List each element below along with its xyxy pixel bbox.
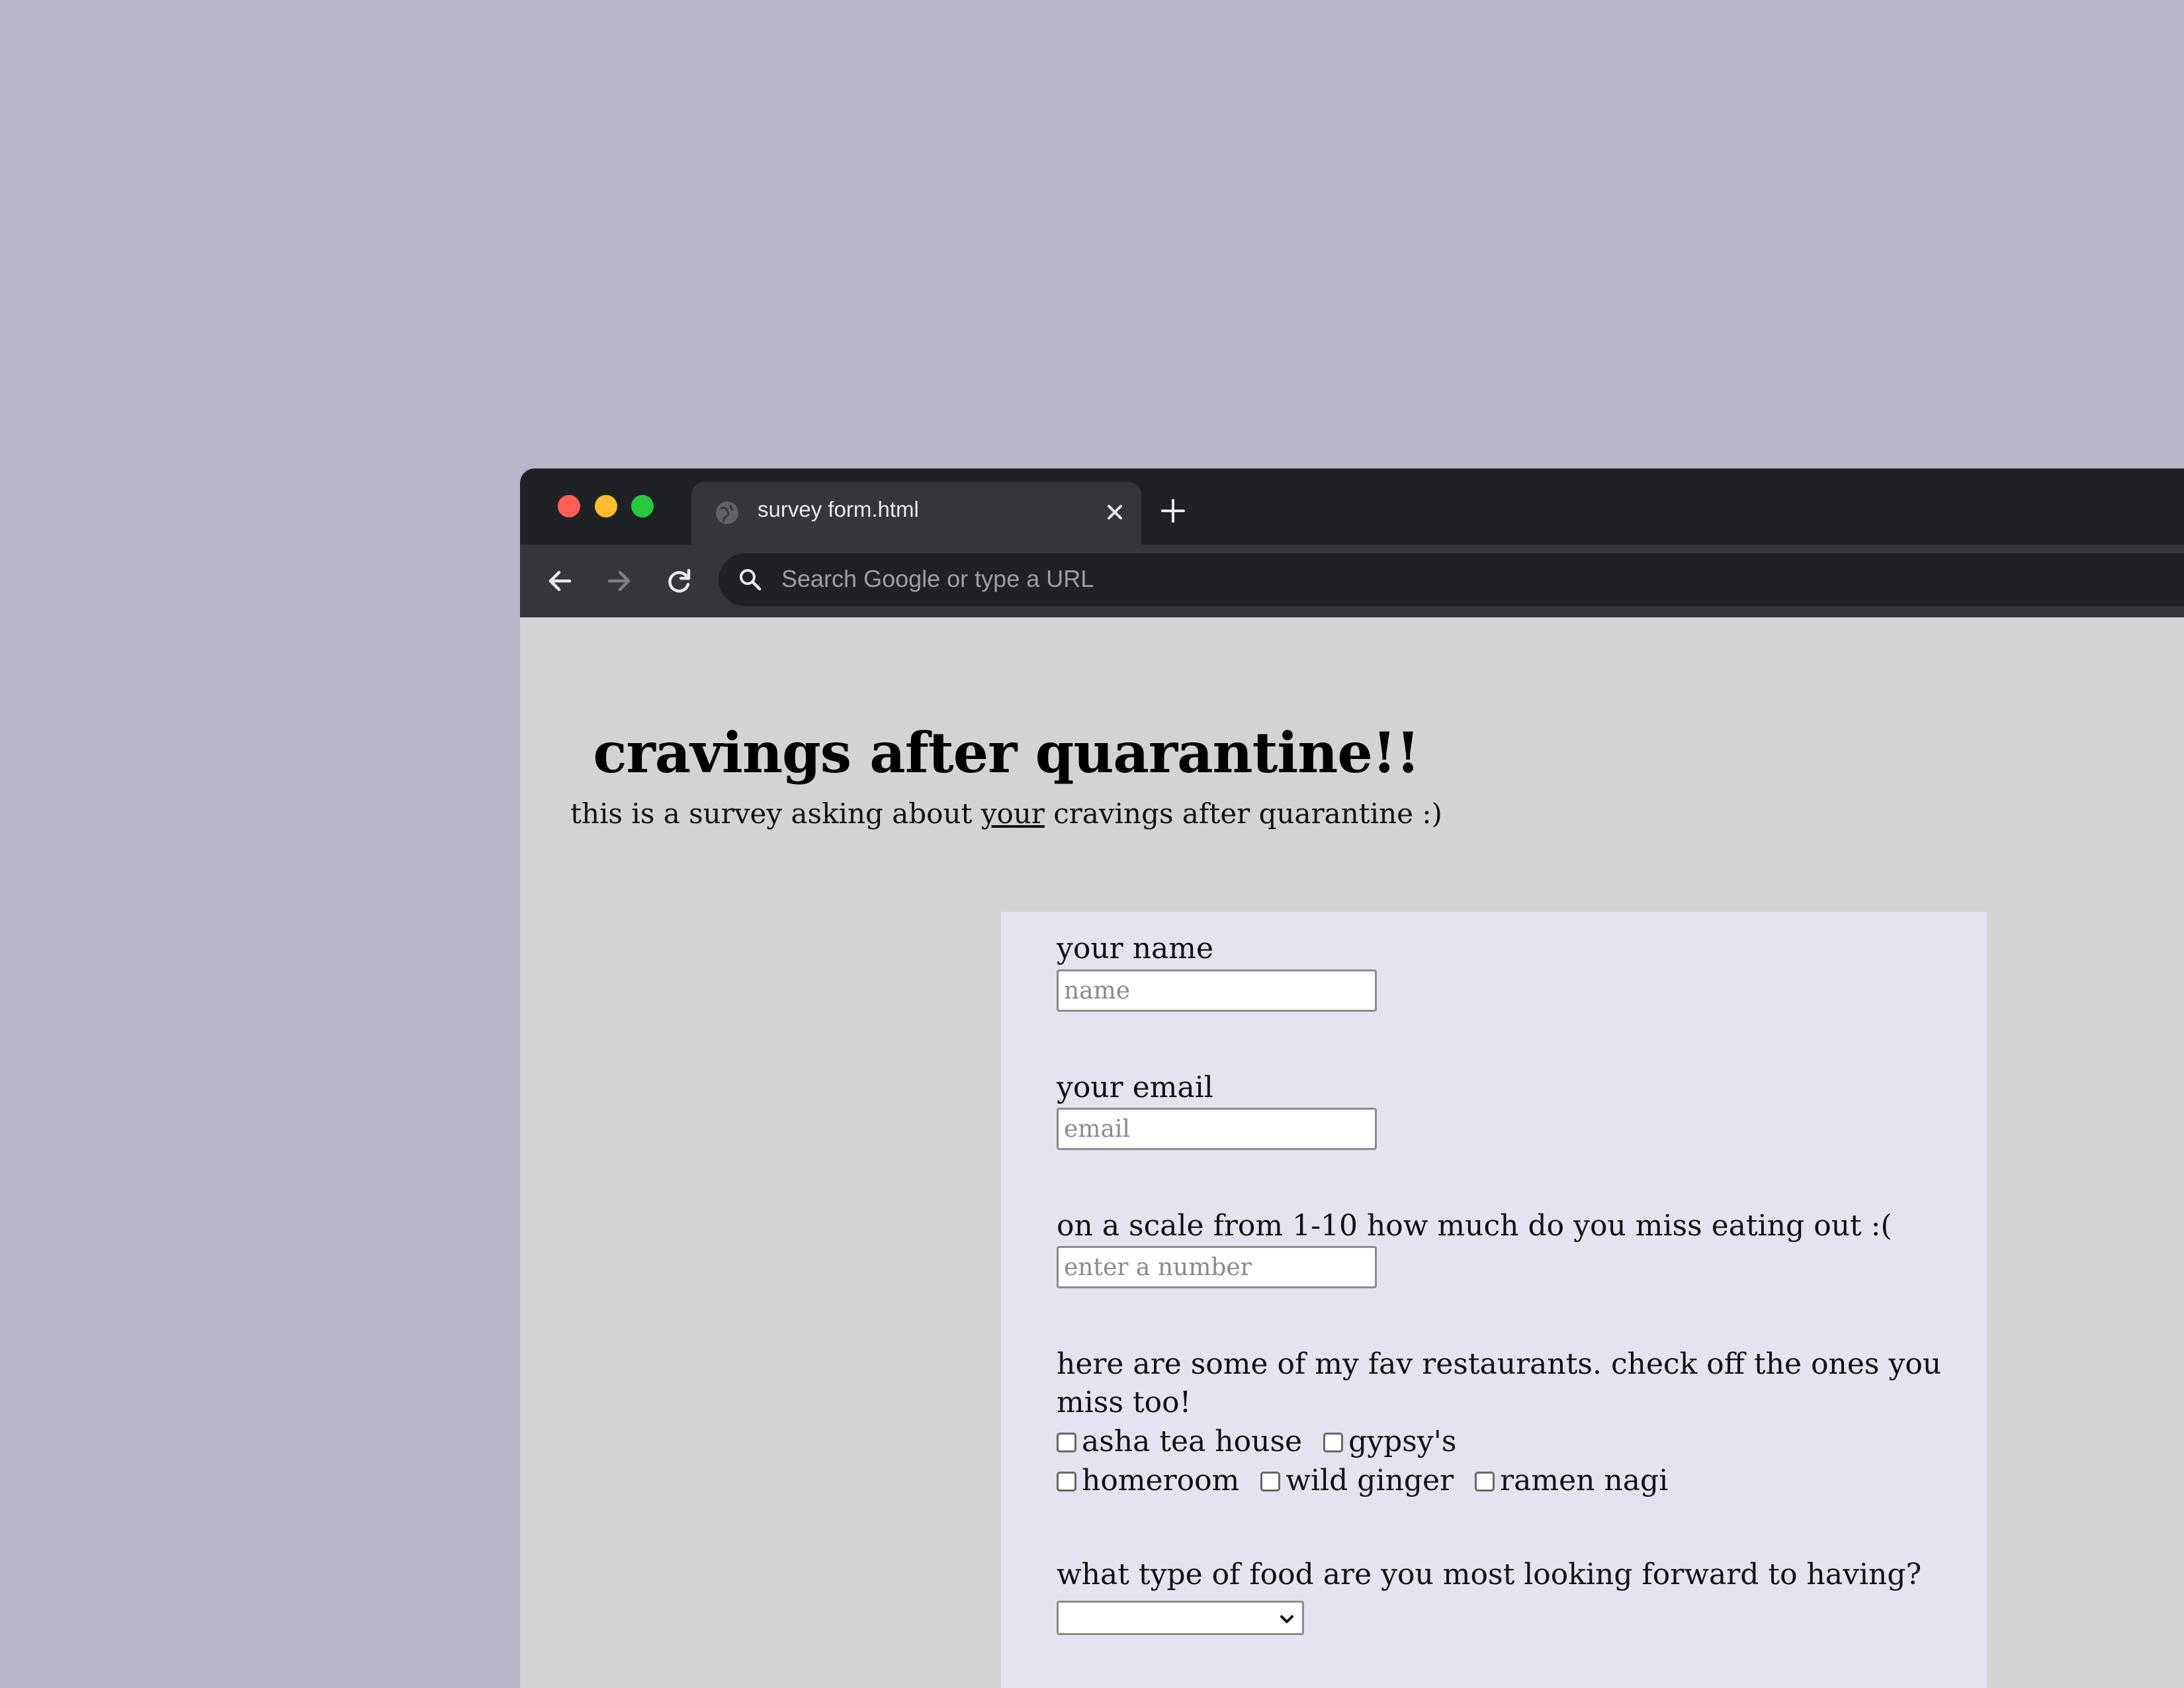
- checkbox[interactable]: [1475, 1472, 1495, 1491]
- restaurant-checkbox-row: homeroom wild ginger ramen nagi: [1049, 1464, 1681, 1497]
- email-input[interactable]: [1057, 1108, 1377, 1150]
- new-tab-icon[interactable]: [1158, 496, 1188, 525]
- name-label: your name: [1057, 932, 1214, 965]
- page-subtitle: this is a survey asking about your cravi…: [520, 797, 1493, 830]
- restaurant-option-label: ramen nagi: [1500, 1464, 1669, 1497]
- restaurant-option-label: asha tea house: [1082, 1425, 1303, 1458]
- maximize-window-button[interactable]: [631, 495, 654, 517]
- checkbox[interactable]: [1260, 1472, 1281, 1491]
- checkbox[interactable]: [1323, 1433, 1344, 1452]
- name-input[interactable]: [1057, 969, 1377, 1012]
- tab-title: survey form.html: [758, 497, 919, 521]
- reload-icon[interactable]: [662, 564, 695, 598]
- restaurant-option-label: homeroom: [1082, 1464, 1240, 1497]
- restaurant-option[interactable]: wild ginger: [1252, 1464, 1454, 1497]
- globe-icon: [716, 502, 738, 524]
- minimize-window-button[interactable]: [595, 495, 617, 517]
- close-window-button[interactable]: [558, 495, 580, 517]
- browser-toolbar: Search Google or type a URL: [520, 545, 2184, 617]
- survey-form: your name your email on a scale from 1-1…: [1001, 912, 1987, 1688]
- page-title: cravings after quarantine!!: [593, 720, 1420, 785]
- restaurant-option[interactable]: gypsy's: [1315, 1425, 1456, 1458]
- checkbox[interactable]: [1057, 1433, 1076, 1452]
- scale-number-input[interactable]: [1057, 1246, 1377, 1288]
- restaurant-option[interactable]: asha tea house: [1049, 1425, 1302, 1458]
- scale-label: on a scale from 1-10 how much do you mis…: [1057, 1209, 1892, 1243]
- subtitle-text-start: this is a survey asking about: [570, 797, 981, 830]
- food-type-label: what type of food are you most looking f…: [1057, 1558, 1922, 1591]
- restaurant-option-label: wild ginger: [1286, 1464, 1454, 1497]
- restaurant-checkbox-row: asha tea house gypsy's: [1049, 1425, 1469, 1458]
- address-bar[interactable]: Search Google or type a URL: [719, 553, 2184, 606]
- browser-window: survey form.html Search Google or type a…: [520, 468, 2184, 1688]
- restaurant-option[interactable]: homeroom: [1049, 1464, 1239, 1497]
- email-label: your email: [1057, 1071, 1213, 1104]
- restaurant-option-label: gypsy's: [1348, 1425, 1457, 1458]
- search-icon: [740, 569, 762, 591]
- subtitle-text-end: cravings after quarantine :): [1044, 797, 1442, 830]
- restaurants-label-line2: miss too!: [1057, 1386, 1192, 1419]
- chevron-down-icon: [1280, 1615, 1293, 1623]
- restaurants-label-line1: here are some of my fav restaurants. che…: [1057, 1347, 1942, 1381]
- forward-arrow-icon[interactable]: [603, 564, 636, 598]
- tab-survey-form[interactable]: survey form.html: [691, 482, 1141, 545]
- address-bar-placeholder: Search Google or type a URL: [781, 565, 1094, 592]
- tab-strip: survey form.html: [520, 468, 2184, 545]
- checkbox[interactable]: [1057, 1472, 1076, 1491]
- page-content: cravings after quarantine!! this is a su…: [520, 617, 2184, 1688]
- subtitle-emphasis: your: [981, 797, 1045, 830]
- food-type-select[interactable]: [1057, 1601, 1304, 1635]
- close-tab-icon[interactable]: [1103, 500, 1127, 524]
- restaurant-option[interactable]: ramen nagi: [1467, 1464, 1668, 1497]
- back-arrow-icon[interactable]: [543, 564, 576, 598]
